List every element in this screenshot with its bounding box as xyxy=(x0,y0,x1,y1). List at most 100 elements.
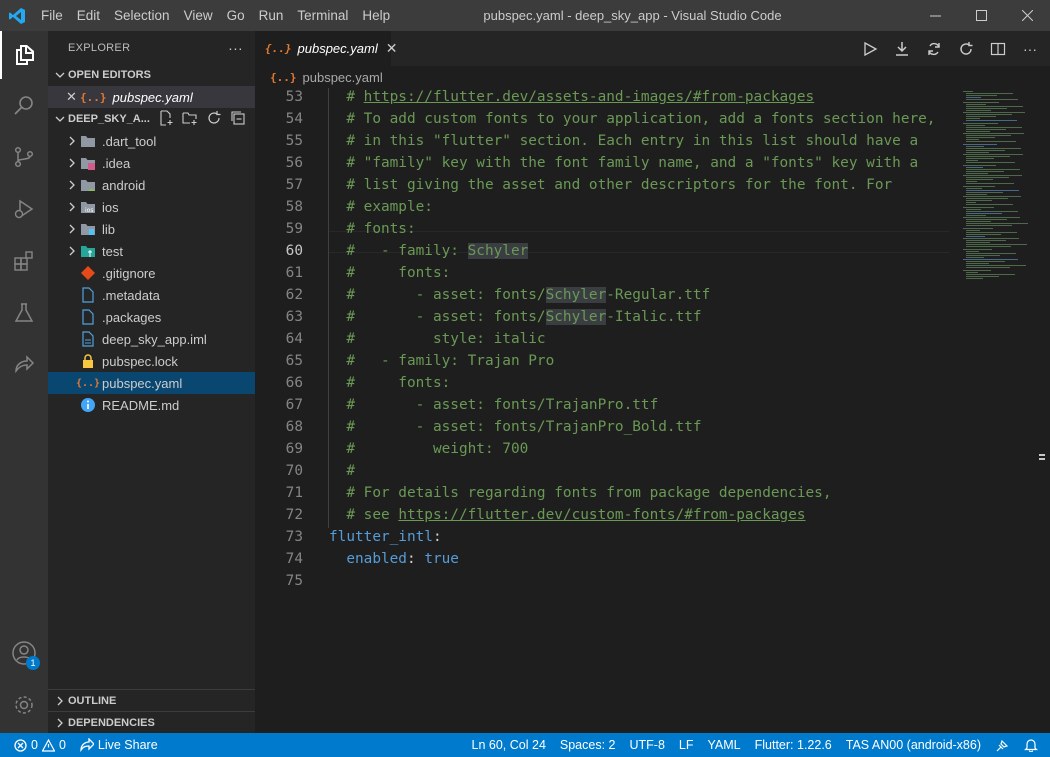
breadcrumb-file[interactable]: pubspec.yaml xyxy=(303,70,383,85)
eol-status[interactable]: LF xyxy=(672,733,701,757)
menu-go[interactable]: Go xyxy=(220,0,252,31)
minimap-line xyxy=(966,212,1002,214)
minimize-button[interactable] xyxy=(912,0,958,31)
feedback-icon[interactable] xyxy=(988,733,1017,757)
line-number: 73 xyxy=(285,529,303,545)
editor-actions: ··· xyxy=(860,31,1040,66)
minimap-line xyxy=(966,93,1013,95)
minimap-line xyxy=(966,118,980,120)
menu-run[interactable]: Run xyxy=(252,0,291,31)
minimap-line xyxy=(966,147,1021,149)
code-editor[interactable]: 53 # https://flutter.dev/assets-and-imag… xyxy=(255,88,955,733)
yaml-icon: {..} xyxy=(75,377,101,389)
testing-icon[interactable] xyxy=(0,289,48,337)
vertical-scrollbar[interactable] xyxy=(1035,88,1050,733)
code-line: 74 enabled: true xyxy=(255,548,955,570)
warning-icon xyxy=(41,738,55,752)
line-number: 72 xyxy=(285,507,303,523)
language-mode[interactable]: YAML xyxy=(701,733,748,757)
tree-folder[interactable]: .idea xyxy=(48,152,255,174)
minimap-line xyxy=(966,261,1005,263)
maximize-button[interactable] xyxy=(958,0,1004,31)
tree-item-label: .metadata xyxy=(102,287,160,303)
line-text: flutter_intl: xyxy=(329,529,442,545)
minimap-line xyxy=(963,259,1018,260)
yaml-icon: {..} xyxy=(270,70,297,84)
sync-icon[interactable] xyxy=(924,39,944,59)
live-share-status[interactable]: Live Share xyxy=(73,733,165,757)
menu-file[interactable]: File xyxy=(34,0,70,31)
device-selector[interactable]: TAS AN00 (android-x86) xyxy=(839,733,988,757)
close-window-button[interactable] xyxy=(1004,0,1050,31)
minimap-line xyxy=(966,145,984,147)
download-icon[interactable] xyxy=(892,39,912,59)
new-file-icon[interactable] xyxy=(158,109,174,129)
title-bar: File Edit Selection View Go Run Terminal Help p… xyxy=(0,0,1050,31)
chevron-right-icon xyxy=(64,180,80,190)
minimap[interactable] xyxy=(955,88,1035,733)
refresh-icon[interactable] xyxy=(956,39,976,59)
search-icon[interactable] xyxy=(0,81,48,129)
accounts-icon[interactable]: 1 xyxy=(0,629,48,677)
tree-folder[interactable]: lib xyxy=(48,218,255,240)
tree-folder[interactable]: ios ios xyxy=(48,196,255,218)
new-folder-icon[interactable] xyxy=(182,110,198,129)
close-icon[interactable]: ✕ xyxy=(386,40,398,57)
encoding-status[interactable]: UTF-8 xyxy=(622,733,671,757)
tree-file[interactable]: .gitignore xyxy=(48,262,255,284)
minimap-line xyxy=(966,130,990,132)
tree-file[interactable]: deep_sky_app.iml xyxy=(48,328,255,350)
tab-pubspec-yaml[interactable]: {..} pubspec.yaml ✕ xyxy=(255,31,397,66)
notifications-bell-icon[interactable] xyxy=(1017,733,1050,757)
error-count: 0 xyxy=(31,738,38,752)
split-editor-icon[interactable] xyxy=(988,39,1008,59)
collapse-all-icon[interactable] xyxy=(230,110,246,129)
live-share-icon[interactable] xyxy=(0,341,48,389)
extensions-icon[interactable] xyxy=(0,237,48,285)
tree-file[interactable]: README.md xyxy=(48,394,255,416)
settings-gear-icon[interactable] xyxy=(0,681,48,729)
cursor-position[interactable]: Ln 60, Col 24 xyxy=(465,733,553,757)
project-section[interactable]: DEEP_SKY_A... xyxy=(48,108,255,130)
project-label: DEEP_SKY_A... xyxy=(68,113,150,125)
menu-edit[interactable]: Edit xyxy=(70,0,107,31)
tree-file[interactable]: pubspec.lock xyxy=(48,350,255,372)
run-icon[interactable] xyxy=(860,39,880,59)
refresh-icon[interactable] xyxy=(206,110,222,129)
menu-help[interactable]: Help xyxy=(355,0,397,31)
tree-file[interactable]: {..} pubspec.yaml xyxy=(48,372,255,394)
more-actions-icon[interactable]: ··· xyxy=(228,40,243,56)
minimap-line xyxy=(966,124,985,126)
source-control-icon[interactable] xyxy=(0,133,48,181)
close-icon[interactable]: ✕ xyxy=(66,89,80,105)
run-debug-icon[interactable] xyxy=(0,185,48,233)
minimap-line xyxy=(966,172,988,174)
tree-folder[interactable]: test xyxy=(48,240,255,262)
open-editors-section[interactable]: OPEN EDITORS xyxy=(48,64,255,86)
more-actions-icon[interactable]: ··· xyxy=(1020,39,1040,59)
tree-file[interactable]: .packages xyxy=(48,306,255,328)
explorer-icon[interactable] xyxy=(0,31,48,79)
menu-selection[interactable]: Selection xyxy=(107,0,177,31)
indentation-status[interactable]: Spaces: 2 xyxy=(553,733,623,757)
tree-file[interactable]: .metadata xyxy=(48,284,255,306)
dependencies-section[interactable]: DEPENDENCIES xyxy=(48,711,255,733)
tree-folder[interactable]: .dart_tool xyxy=(48,130,255,152)
menu-view[interactable]: View xyxy=(177,0,220,31)
error-icon xyxy=(14,738,27,752)
tree-folder[interactable]: android xyxy=(48,174,255,196)
flutter-version[interactable]: Flutter: 1.22.6 xyxy=(748,733,839,757)
menu-terminal[interactable]: Terminal xyxy=(290,0,355,31)
outline-section[interactable]: OUTLINE xyxy=(48,689,255,711)
minimap-line xyxy=(966,166,983,168)
code-line: 68 # - asset: fonts/TrajanPro_Bold.ttf xyxy=(255,416,955,438)
minimap-line xyxy=(963,164,996,166)
line-number: 71 xyxy=(285,485,303,501)
code-line: 54 # To add custom fonts to your applica… xyxy=(255,108,955,130)
problems-status[interactable]: 0 0 xyxy=(0,733,73,757)
chevron-down-icon xyxy=(52,70,68,80)
line-text: # "family" key with the font family name… xyxy=(346,155,919,171)
line-number: 67 xyxy=(285,397,303,413)
line-number: 75 xyxy=(285,573,303,589)
open-editor-item[interactable]: ✕ {..} pubspec.yaml xyxy=(48,86,255,108)
